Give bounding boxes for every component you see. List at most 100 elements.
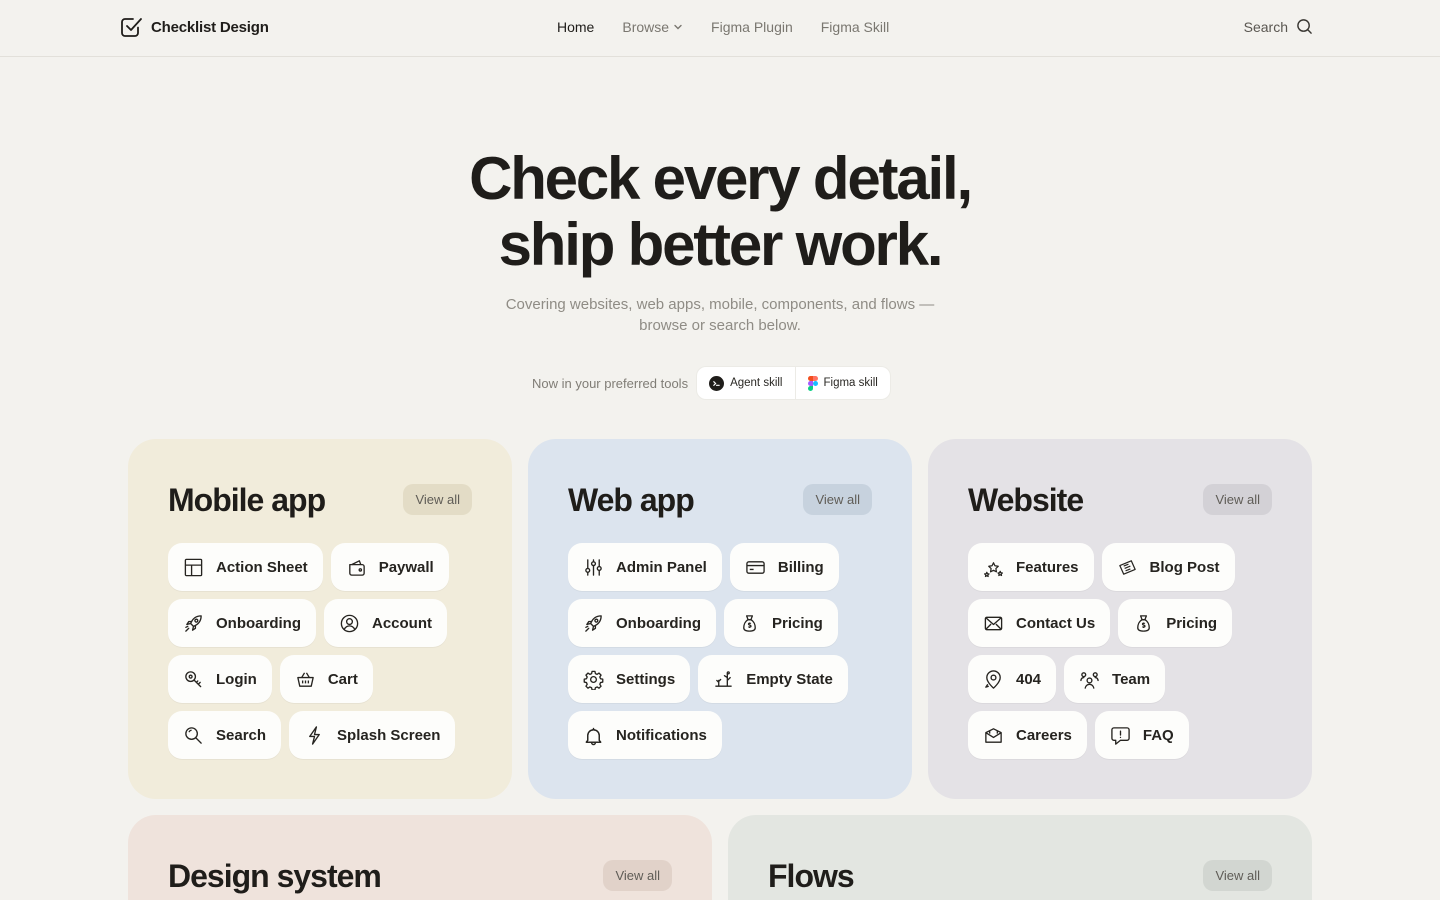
chip-onboarding[interactable]: Onboarding [168, 599, 316, 647]
chip-cart[interactable]: Cart [279, 655, 373, 703]
chip-label: Admin Panel [616, 558, 707, 576]
chip-account[interactable]: Account [324, 599, 447, 647]
money-bag-icon [1137, 614, 1151, 632]
chip-login[interactable]: Login [168, 655, 272, 703]
chip-label: Paywall [378, 558, 434, 576]
agent-skill-label: Agent skill [730, 377, 783, 389]
chip-label: Settings [616, 670, 676, 688]
chip-label: Splash Screen [337, 726, 441, 744]
agent-skill-button[interactable]: Agent skill [697, 367, 794, 399]
chip-onboarding[interactable]: Onboarding [568, 599, 716, 647]
hero-title-line-1: Check every detail, [469, 145, 973, 212]
search-icon [1297, 19, 1312, 34]
top-navigation: Checklist Design Home Browse Figma Plugi… [0, 0, 1440, 57]
figma-skill-label: Figma skill [823, 377, 878, 389]
nav-link-figma-plugin[interactable]: Figma Plugin [711, 19, 793, 35]
view-all-button[interactable]: View all [803, 484, 872, 515]
stars-icon [984, 561, 1003, 577]
tools-label: Now in your preferred tools [532, 375, 689, 391]
chip-404[interactable]: 404 [968, 655, 1057, 703]
search-button[interactable]: Search [1244, 18, 1313, 35]
bolt-icon [309, 725, 320, 745]
tools-row: Now in your preferred tools Agent skill … [532, 367, 890, 399]
nav-link-browse-label: Browse [622, 19, 670, 35]
chip-team[interactable]: Team [1064, 655, 1166, 703]
chip-label: Action Sheet [216, 558, 308, 576]
chip-search[interactable]: Search [168, 711, 282, 759]
chip-empty-state[interactable]: Empty State [698, 655, 848, 703]
chip-label: Features [1016, 558, 1079, 576]
chip-billing[interactable]: Billing [729, 543, 839, 591]
money-bag-icon [743, 614, 756, 632]
newspaper-icon [1118, 559, 1136, 575]
chip-list: Features Blog Post Contact Us Pricing 40… [968, 543, 1278, 759]
chip-blog-post[interactable]: Blog Post [1101, 543, 1235, 591]
card-title: Design system [168, 858, 382, 894]
map-pin-icon [985, 669, 1001, 689]
chip-pricing[interactable]: Pricing [724, 599, 838, 647]
chevron-down-icon [674, 24, 682, 30]
chip-admin-panel[interactable]: Admin Panel [568, 543, 722, 591]
layout-icon [184, 558, 203, 576]
chip-label: Pricing [1166, 614, 1218, 632]
chip-list: Admin Panel Billing Onboarding Pricing S… [568, 543, 878, 759]
rocket-icon [185, 614, 202, 632]
team-icon [1080, 671, 1099, 689]
figma-skill-button[interactable]: Figma skill [794, 367, 890, 399]
chat-question-icon [1111, 726, 1130, 745]
view-all-button[interactable]: View all [603, 860, 672, 891]
hero-subtitle: Covering websites, web apps, mobile, com… [505, 296, 935, 334]
chip-contact-us[interactable]: Contact Us [968, 599, 1111, 647]
figma-icon [807, 375, 818, 391]
hero-title-line-2: ship better work. [498, 211, 944, 278]
chip-label: Careers [1016, 726, 1072, 744]
chip-pricing[interactable]: Pricing [1118, 599, 1233, 647]
envelope-icon [984, 616, 1003, 630]
chip-settings[interactable]: Settings [568, 655, 691, 703]
chip-notifications[interactable]: Notifications [568, 711, 722, 759]
chip-label: Search [216, 726, 267, 744]
card-title: Mobile app [168, 482, 326, 518]
basket-icon [297, 671, 314, 687]
chip-label: Billing [777, 558, 824, 576]
view-all-button[interactable]: View all [1203, 860, 1272, 891]
chip-features[interactable]: Features [968, 543, 1094, 591]
gear-icon [583, 670, 604, 690]
chip-action-sheet[interactable]: Action Sheet [168, 543, 323, 591]
website-card: Website View all Features Blog Post Cont… [928, 439, 1312, 799]
chip-careers[interactable]: Careers [968, 711, 1087, 759]
brand-logo[interactable]: Checklist Design [119, 15, 269, 39]
checkbox-logo-icon [121, 18, 142, 37]
design-system-card: Design system View all [128, 815, 712, 900]
chip-faq[interactable]: FAQ [1094, 711, 1189, 759]
view-all-button[interactable]: View all [403, 484, 472, 515]
flows-card: Flows View all [728, 815, 1312, 900]
nav-link-browse[interactable]: Browse [622, 19, 683, 35]
chip-label: Pricing [772, 614, 823, 632]
tumbleweed-icon [715, 670, 732, 687]
chip-label: Cart [327, 670, 358, 688]
chip-label: Account [372, 614, 432, 632]
chip-label: Onboarding [616, 614, 701, 632]
main-nav: Home Browse Figma Plugin Figma Skill [557, 19, 889, 35]
chip-label: Team [1112, 670, 1151, 688]
terminal-icon [709, 375, 725, 391]
card-title: Flows [768, 858, 855, 894]
nav-link-figma-skill[interactable]: Figma Skill [821, 19, 889, 35]
chip-label: Login [216, 670, 257, 688]
view-all-button[interactable]: View all [1203, 484, 1272, 515]
key-icon [185, 670, 202, 687]
hero-title: Check every detail, ship better work. [0, 146, 1440, 278]
chip-paywall[interactable]: Paywall [330, 543, 449, 591]
chip-label: Onboarding [216, 614, 301, 632]
chip-label: 404 [1016, 670, 1042, 688]
inbox-icon [985, 727, 1002, 743]
nav-link-home[interactable]: Home [557, 19, 594, 35]
user-circle-icon [340, 614, 359, 632]
credit-card-icon [746, 560, 765, 574]
sliders-icon [585, 558, 602, 576]
chip-splash-screen[interactable]: Splash Screen [289, 711, 456, 759]
wallet-icon [348, 559, 365, 576]
card-title: Website [968, 482, 1084, 518]
card-title: Web app [568, 482, 695, 518]
